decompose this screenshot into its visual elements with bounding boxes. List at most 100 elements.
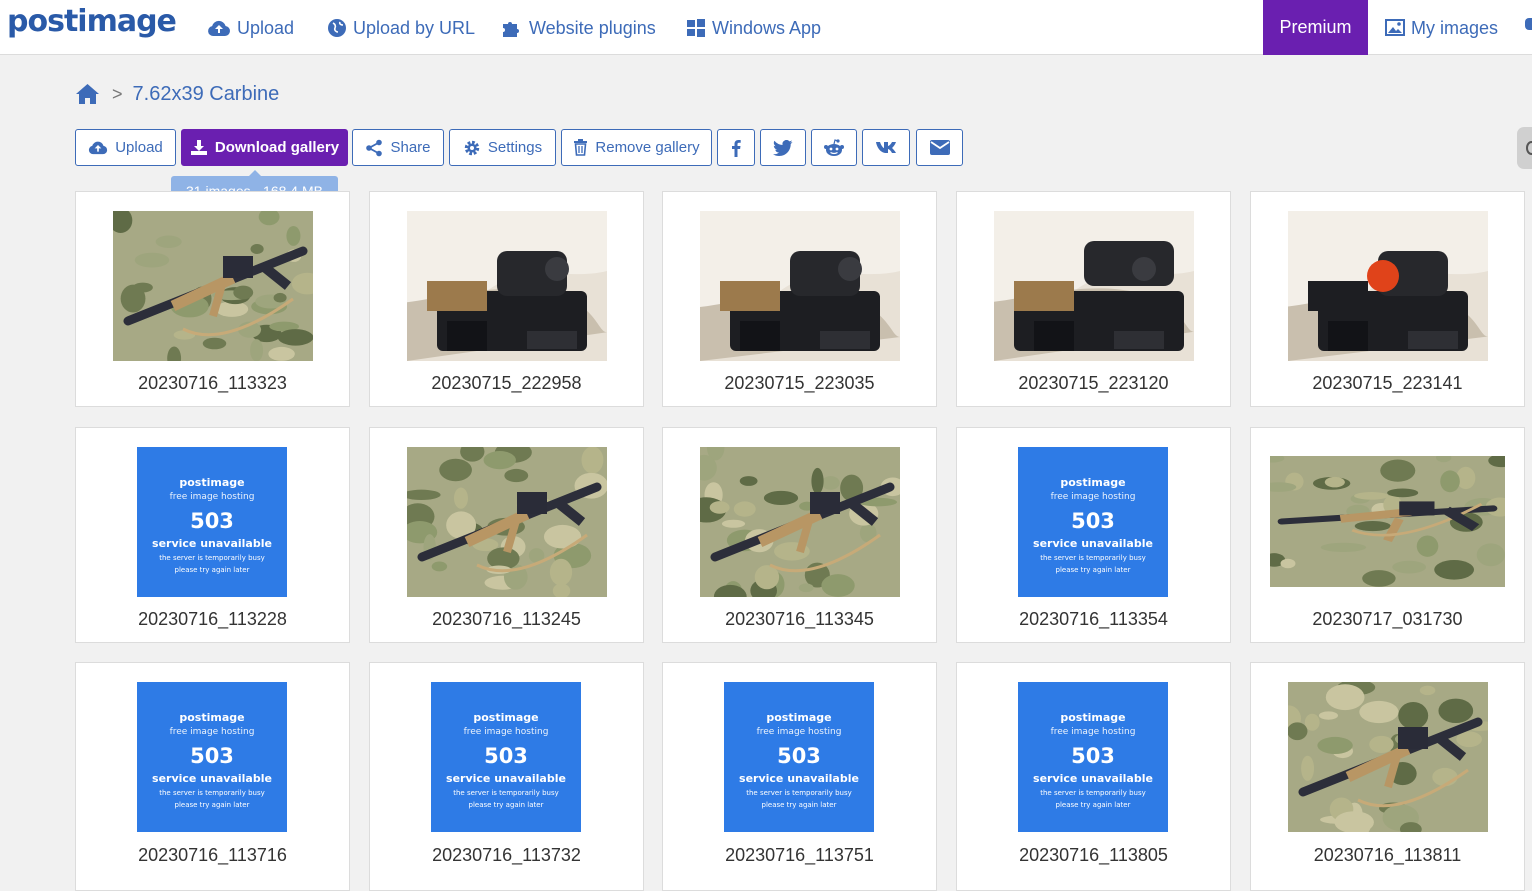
placeholder-line-2: please try again later	[1055, 801, 1131, 809]
remove-gallery-label: Remove gallery	[595, 139, 700, 156]
placeholder-subtitle: free image hosting	[1050, 727, 1136, 737]
image-thumbnail[interactable]	[1288, 682, 1488, 832]
image-filename[interactable]: 20230716_113811	[1251, 845, 1524, 866]
nav-website-plugins[interactable]: Website plugins	[501, 0, 656, 55]
cloud-upload-icon	[89, 141, 108, 155]
placeholder-line-1: the server is temporarily busy	[453, 789, 559, 797]
nav-my-images-label: My images	[1411, 17, 1499, 38]
gallery-card[interactable]: 20230715_223035	[662, 191, 937, 407]
trash-icon	[574, 139, 588, 156]
gallery-card[interactable]: 20230717_031730	[1250, 427, 1525, 643]
placeholder-line-2: please try again later	[174, 566, 250, 574]
upload-button[interactable]: Upload	[75, 129, 176, 166]
vk-icon	[876, 142, 896, 153]
gallery-card[interactable]: postimage free image hosting 503 service…	[75, 662, 350, 891]
nav-upload-by-url[interactable]: Upload by URL	[327, 0, 475, 55]
placeholder-subtitle: free image hosting	[169, 492, 255, 502]
gallery-card[interactable]: postimage free image hosting 503 service…	[369, 662, 644, 891]
gallery-card[interactable]: 20230716_113811	[1250, 662, 1525, 891]
image-filename[interactable]: 20230716_113345	[663, 609, 936, 630]
image-thumbnail[interactable]	[700, 211, 900, 361]
image-filename[interactable]: 20230716_113323	[76, 373, 349, 394]
gallery-card[interactable]: 20230715_222958	[369, 191, 644, 407]
puzzle-icon	[503, 21, 519, 37]
image-thumbnail[interactable]	[1270, 456, 1505, 587]
image-filename[interactable]: 20230716_113228	[76, 609, 349, 630]
user-menu-icon[interactable]	[1525, 18, 1532, 30]
placeholder-image[interactable]: postimage free image hosting 503 service…	[137, 447, 287, 597]
facebook-share-button[interactable]	[717, 129, 755, 166]
placeholder-line-2: please try again later	[174, 801, 250, 809]
image-filename[interactable]: 20230715_223035	[663, 373, 936, 394]
placeholder-image[interactable]: postimage free image hosting 503 service…	[1018, 682, 1168, 832]
download-gallery-button[interactable]: Download gallery	[181, 129, 348, 166]
facebook-icon	[732, 139, 741, 157]
nav-my-images[interactable]: My images	[1385, 0, 1498, 55]
cloud-upload-icon	[208, 20, 230, 36]
image-filename[interactable]: 20230716_113751	[663, 845, 936, 866]
remove-gallery-button[interactable]: Remove gallery	[561, 129, 712, 166]
gallery-card[interactable]: 20230715_223141	[1250, 191, 1525, 407]
gallery-card[interactable]: 20230715_223120	[956, 191, 1231, 407]
image-thumbnail[interactable]	[113, 211, 313, 361]
placeholder-image[interactable]: postimage free image hosting 503 service…	[431, 682, 581, 832]
image-filename[interactable]: 20230715_223120	[957, 373, 1230, 394]
placeholder-brand: postimage	[1060, 711, 1126, 724]
placeholder-brand: postimage	[766, 711, 832, 724]
postimage-logo[interactable]: postimage	[7, 4, 177, 39]
image-filename[interactable]: 20230717_031730	[1251, 609, 1524, 630]
image-filename[interactable]: 20230716_113245	[370, 609, 643, 630]
gallery-card[interactable]: 20230716_113345	[662, 427, 937, 643]
nav-upload[interactable]: Upload	[207, 0, 294, 55]
image-thumbnail[interactable]	[1288, 211, 1488, 361]
placeholder-line-1: the server is temporarily busy	[1040, 554, 1146, 562]
placeholder-status: service unavailable	[1033, 537, 1153, 550]
placeholder-code: 503	[1071, 744, 1115, 768]
reddit-share-button[interactable]	[811, 129, 857, 166]
premium-button[interactable]: Premium	[1263, 0, 1368, 55]
gallery-card[interactable]: 20230716_113323	[75, 191, 350, 407]
image-thumbnail[interactable]	[407, 447, 607, 597]
gallery-card[interactable]: postimage free image hosting 503 service…	[662, 662, 937, 891]
breadcrumb-separator: >	[112, 83, 123, 104]
upload-button-label: Upload	[115, 139, 163, 156]
image-filename[interactable]: 20230716_113354	[957, 609, 1230, 630]
placeholder-line-2: please try again later	[468, 801, 544, 809]
placeholder-image[interactable]: postimage free image hosting 503 service…	[137, 682, 287, 832]
placeholder-code: 503	[190, 509, 234, 533]
gallery-card[interactable]: postimage free image hosting 503 service…	[956, 427, 1231, 643]
image-filename[interactable]: 20230716_113732	[370, 845, 643, 866]
breadcrumb: > 7.62x39 Carbine	[75, 81, 279, 107]
placeholder-code: 503	[1071, 509, 1115, 533]
image-thumbnail[interactable]	[407, 211, 607, 361]
placeholder-line-1: the server is temporarily busy	[1040, 789, 1146, 797]
placeholder-line-2: please try again later	[761, 801, 837, 809]
placeholder-brand: postimage	[473, 711, 539, 724]
placeholder-code: 503	[484, 744, 528, 768]
placeholder-line-1: the server is temporarily busy	[746, 789, 852, 797]
gallery-card[interactable]: 20230716_113245	[369, 427, 644, 643]
nav-windows-app[interactable]: Windows App	[686, 0, 821, 55]
image-thumbnail[interactable]	[994, 211, 1194, 361]
image-thumbnail[interactable]	[700, 447, 900, 597]
home-icon[interactable]	[75, 83, 100, 105]
image-filename[interactable]: 20230715_223141	[1251, 373, 1524, 394]
gallery-card[interactable]: postimage free image hosting 503 service…	[75, 427, 350, 643]
top-navbar: postimage Upload Upload by URL Website p…	[0, 0, 1532, 55]
image-filename[interactable]: 20230716_113805	[957, 845, 1230, 866]
twitter-share-button[interactable]	[760, 129, 806, 166]
placeholder-image[interactable]: postimage free image hosting 503 service…	[1018, 447, 1168, 597]
gallery-card[interactable]: postimage free image hosting 503 service…	[956, 662, 1231, 891]
placeholder-image[interactable]: postimage free image hosting 503 service…	[724, 682, 874, 832]
vk-share-button[interactable]	[862, 129, 910, 166]
settings-button[interactable]: Settings	[449, 129, 556, 166]
placeholder-brand: postimage	[179, 476, 245, 489]
placeholder-subtitle: free image hosting	[1050, 492, 1136, 502]
side-search-tab[interactable]	[1517, 127, 1532, 169]
email-share-button[interactable]	[916, 129, 963, 166]
share-button[interactable]: Share	[352, 129, 444, 166]
placeholder-status: service unavailable	[1033, 772, 1153, 785]
gear-icon	[464, 140, 480, 155]
image-filename[interactable]: 20230716_113716	[76, 845, 349, 866]
image-filename[interactable]: 20230715_222958	[370, 373, 643, 394]
